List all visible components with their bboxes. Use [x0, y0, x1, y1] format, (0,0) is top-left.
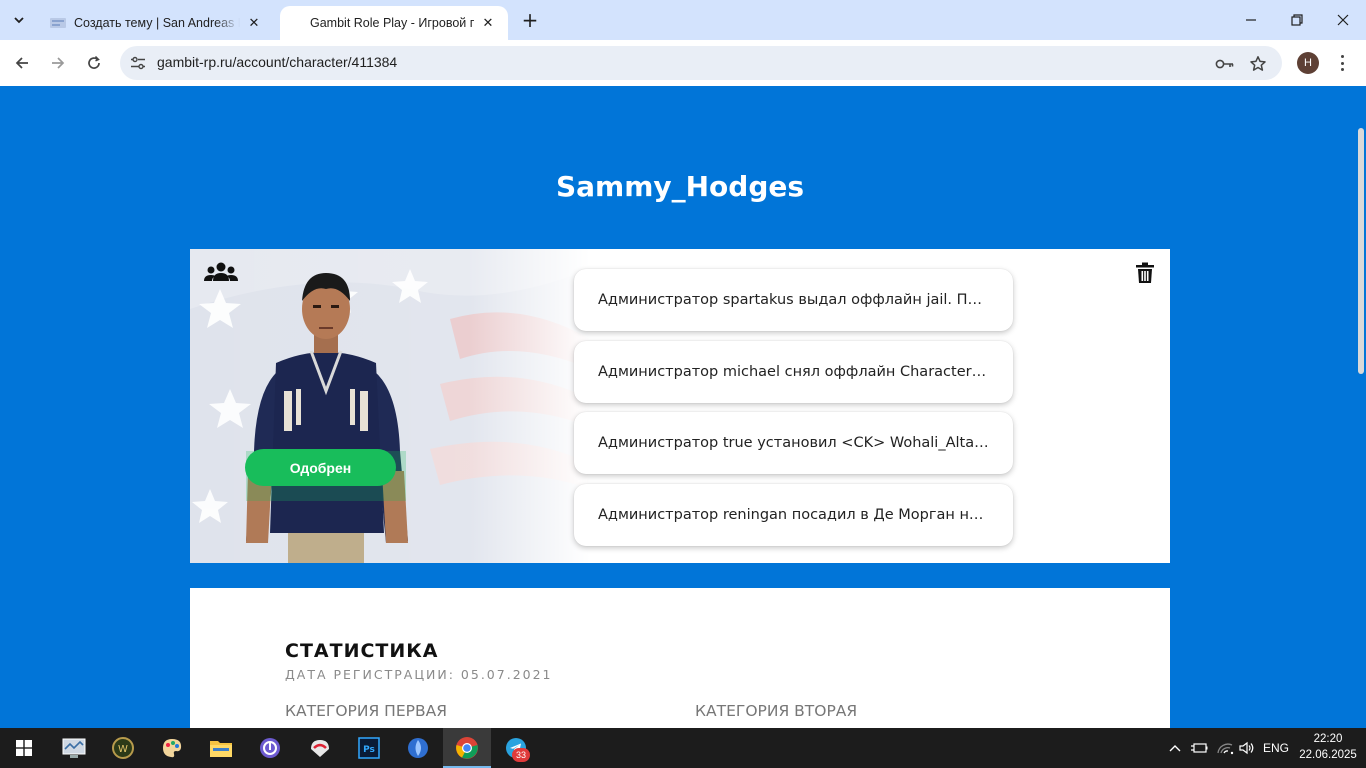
bookmark-star-icon[interactable] — [1248, 54, 1268, 74]
restore-button[interactable] — [1274, 0, 1320, 40]
minimize-icon — [1246, 19, 1256, 21]
bittorrent-icon — [260, 738, 280, 758]
forward-button[interactable] — [44, 49, 72, 77]
reload-icon — [88, 55, 100, 69]
browser-menu-icon[interactable] — [1334, 53, 1350, 73]
chrome-icon — [456, 737, 478, 759]
blue-app-icon — [408, 738, 428, 758]
statistics-card: СТАТИСТИКА ДАТА РЕГИСТРАЦИИ: 05.07.2021 … — [190, 588, 1170, 728]
log-text: Администратор reningan посадил в Де Морг… — [598, 507, 989, 523]
tab-close-icon[interactable]: ✕ — [480, 15, 496, 31]
tab-title: Создать тему | San Andreas Em — [74, 16, 240, 30]
taskbar-app-wow[interactable]: W — [99, 728, 147, 768]
registration-date: ДАТА РЕГИСТРАЦИИ: 05.07.2021 — [285, 667, 553, 682]
chevron-down-icon — [14, 17, 24, 24]
admin-log-item[interactable]: Администратор spartakus выдал оффлайн ja… — [574, 269, 1013, 331]
folder-icon — [210, 741, 232, 757]
taskbar-app-explorer[interactable] — [197, 728, 245, 768]
svg-text:Ps: Ps — [363, 745, 375, 755]
task-manager-icon — [62, 738, 86, 758]
browser-toolbar: gambit-rp.ru/account/character/411384 H — [0, 40, 1366, 86]
trash-icon[interactable] — [1135, 262, 1155, 284]
wow-launcher-icon: W — [112, 737, 134, 759]
windows-taskbar: W Ps ENG 22:20 22.06.2025 — [0, 728, 1366, 768]
site-settings-icon[interactable] — [130, 55, 146, 71]
paint-palette-icon — [163, 739, 182, 758]
tab-close-icon[interactable]: ✕ — [246, 15, 262, 31]
clock-time: 22:20 — [1313, 733, 1343, 745]
taskbar-app-photoshop[interactable]: Ps — [345, 728, 393, 768]
battery-plug-icon — [1191, 743, 1208, 753]
speaker-icon — [1239, 741, 1254, 755]
character-skin-image — [246, 273, 408, 563]
taskbar-app-torrent[interactable] — [246, 728, 294, 768]
browser-tab-2[interactable]: Gambit Role Play - Игровой пр ✕ — [280, 6, 508, 40]
new-tab-button[interactable]: + — [518, 8, 542, 32]
volume-tray[interactable] — [1236, 728, 1258, 768]
admin-log-item[interactable]: Администратор true установил <CK> Wohali… — [574, 412, 1013, 474]
close-icon — [1337, 14, 1349, 26]
scrollbar-thumb[interactable] — [1358, 128, 1364, 374]
tab-search-button[interactable] — [6, 7, 32, 33]
log-text: Администратор true установил <CK> Wohali… — [598, 435, 989, 451]
browser-tab-1[interactable]: Создать тему | San Andreas Em ✕ — [38, 6, 274, 40]
page-content: Sammy_Hodges Одобрен Администратор spart… — [0, 86, 1366, 728]
tab-title: Gambit Role Play - Игровой пр — [310, 16, 474, 30]
minimize-button[interactable] — [1228, 0, 1274, 40]
wifi-icon — [1217, 743, 1234, 755]
log-text: Администратор michael снял оффлайн Chara… — [598, 364, 989, 380]
character-profile-card: Одобрен Администратор spartakus выдал оф… — [190, 249, 1170, 563]
photoshop-icon: Ps — [358, 737, 380, 759]
taskbar-app-game[interactable] — [296, 728, 344, 768]
profile-avatar[interactable]: H — [1297, 52, 1319, 74]
category-second-heading: КАТЕГОРИЯ ВТОРАЯ — [695, 702, 858, 720]
game-launcher-icon — [311, 740, 329, 757]
chevron-up-icon — [1169, 745, 1181, 752]
url-text: gambit-rp.ru/account/character/411384 — [157, 54, 398, 70]
reload-button[interactable] — [80, 49, 108, 77]
password-key-icon[interactable] — [1215, 54, 1235, 74]
log-text: Администратор spartakus выдал оффлайн ja… — [598, 292, 989, 308]
back-button[interactable] — [8, 49, 36, 77]
telegram-unread-badge: 33 — [512, 748, 530, 762]
statistics-title: СТАТИСТИКА — [285, 640, 439, 662]
address-bar[interactable]: gambit-rp.ru/account/character/411384 — [120, 46, 1282, 80]
battery-tray[interactable] — [1188, 728, 1210, 768]
svg-text:W: W — [118, 744, 128, 755]
taskbar-app-paint[interactable] — [148, 728, 196, 768]
forum-favicon-icon — [50, 15, 66, 31]
clock-date: 22.06.2025 — [1299, 749, 1357, 761]
taskbar-clock[interactable]: 22:20 22.06.2025 — [1290, 731, 1366, 763]
admin-log-item[interactable]: Администратор reningan посадил в Де Морг… — [574, 484, 1013, 546]
character-name: Sammy_Hodges — [555, 170, 805, 203]
admin-log-item[interactable]: Администратор michael снял оффлайн Chara… — [574, 341, 1013, 403]
network-tray[interactable] — [1214, 728, 1236, 768]
restore-icon — [1291, 14, 1303, 26]
taskbar-app-blue[interactable] — [394, 728, 442, 768]
browser-tab-bar: Создать тему | San Andreas Em ✕ Gambit R… — [0, 0, 1366, 40]
taskbar-app-chrome[interactable] — [443, 728, 491, 768]
windows-logo-icon — [16, 740, 32, 756]
start-button[interactable] — [0, 728, 48, 768]
language-indicator[interactable]: ENG — [1260, 728, 1292, 768]
status-approved-button[interactable]: Одобрен — [245, 449, 396, 486]
close-window-button[interactable] — [1320, 0, 1366, 40]
category-first-heading: КАТЕГОРИЯ ПЕРВАЯ — [285, 702, 447, 720]
taskbar-app-monitor[interactable] — [50, 728, 98, 768]
arrow-left-icon — [15, 57, 28, 69]
show-hidden-icons[interactable] — [1166, 728, 1184, 768]
arrow-right-icon — [52, 57, 65, 69]
